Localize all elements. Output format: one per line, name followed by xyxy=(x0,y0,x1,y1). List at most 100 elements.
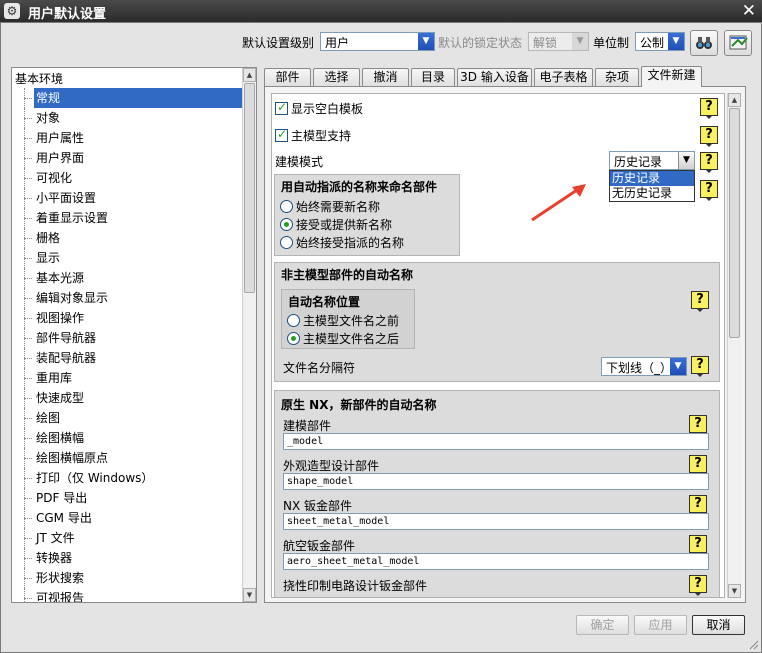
tree-item[interactable]: JT 文件 xyxy=(12,528,244,548)
ok-button[interactable]: 确定 xyxy=(576,615,629,635)
tree-item[interactable]: 打印（仅 Windows） xyxy=(12,468,244,488)
title-bar: ⚙ 用户默认设置 ✕ xyxy=(0,0,762,22)
tree-item[interactable]: 基本光源 xyxy=(12,268,244,288)
dropdown-option[interactable]: 无历史记录 xyxy=(610,186,694,201)
apply-button[interactable]: 应用 xyxy=(634,615,687,635)
unit-select[interactable]: 公制 ▼ xyxy=(635,32,685,51)
resize-grip-icon[interactable] xyxy=(749,640,759,650)
master-model-row[interactable]: 主模型支持 xyxy=(275,127,351,144)
help-icon[interactable]: ? xyxy=(700,152,718,173)
binoculars-button[interactable] xyxy=(690,30,718,56)
manage-defaults-button[interactable] xyxy=(724,30,752,56)
help-icon[interactable]: ? xyxy=(689,535,707,556)
auto-name-option[interactable]: 接受或提供新名称 xyxy=(280,216,392,233)
tree-item[interactable]: 栅格 xyxy=(12,228,244,248)
scroll-down-icon[interactable]: ▼ xyxy=(728,584,741,598)
tree-item[interactable]: 用户界面 xyxy=(12,148,244,168)
tree-item[interactable]: 着重显示设置 xyxy=(12,208,244,228)
unit-select-value: 公制 xyxy=(640,36,665,50)
name-position-option[interactable]: 主模型文件名之前 xyxy=(287,312,399,329)
scroll-thumb[interactable] xyxy=(244,83,255,293)
level-select[interactable]: 用户 ▼ xyxy=(320,32,435,51)
sheet-metal-input[interactable]: sheet_metal_model xyxy=(283,513,709,530)
tree-item[interactable]: 转换器 xyxy=(12,548,244,568)
tab-spreadsheet[interactable]: 电子表格 xyxy=(534,68,593,86)
tree-item[interactable]: 可视报告 xyxy=(12,588,244,602)
tab-select[interactable]: 选择 xyxy=(313,68,360,86)
tree-item[interactable]: 视图操作 xyxy=(12,308,244,328)
lock-select: 解锁 ▼ xyxy=(528,32,589,51)
tree-item[interactable]: 绘图横幅原点 xyxy=(12,448,244,468)
help-icon[interactable]: ? xyxy=(691,356,709,377)
window-title: 用户默认设置 xyxy=(28,7,107,22)
radio-button[interactable] xyxy=(280,200,293,213)
tree-item[interactable]: 显示 xyxy=(12,248,244,268)
tree-item-label: 对象 xyxy=(36,111,61,125)
name-position-option[interactable]: 主模型文件名之后 xyxy=(287,330,399,347)
scroll-thumb[interactable] xyxy=(729,108,740,338)
lock-label: 默认的锁定状态 xyxy=(438,36,523,50)
tab-file-new[interactable]: 文件新建 xyxy=(641,66,702,87)
tree-item-label: 小平面设置 xyxy=(36,191,97,205)
help-icon[interactable]: ? xyxy=(689,415,707,436)
master-model-checkbox[interactable] xyxy=(275,127,288,142)
radio-button[interactable] xyxy=(287,314,300,327)
scroll-down-icon[interactable]: ▼ xyxy=(243,588,256,602)
category-tree[interactable]: 基本环境 常规对象用户属性用户界面 可视化小平面设置着重显示设置 栅格 显示 基本光源编… xyxy=(11,67,257,603)
tree-item[interactable]: 重用库 xyxy=(12,368,244,388)
tree-item[interactable]: 用户属性 xyxy=(12,128,244,148)
help-icon[interactable]: ? xyxy=(689,495,707,516)
help-icon[interactable]: ? xyxy=(689,455,707,476)
tab-undo[interactable]: 撤消 xyxy=(362,68,409,86)
settings-scrollbar[interactable]: ▲ ▼ xyxy=(727,93,741,598)
scroll-up-icon[interactable]: ▲ xyxy=(728,93,741,107)
auto-name-option[interactable]: 始终需要新名称 xyxy=(280,198,380,215)
close-icon[interactable]: ✕ xyxy=(742,1,756,21)
tree-item[interactable]: 装配导航器 xyxy=(12,348,244,368)
tree-item[interactable]: CGM 导出 xyxy=(12,508,244,528)
auto-name-option[interactable]: 始终接受指派的名称 xyxy=(280,234,404,251)
tree-item[interactable]: 部件导航器 xyxy=(12,328,244,348)
help-icon[interactable]: ? xyxy=(700,180,718,201)
dropdown-option[interactable]: 历史记录 xyxy=(610,171,694,186)
tab-part[interactable]: 部件 xyxy=(264,68,311,86)
help-icon[interactable]: ? xyxy=(700,98,718,119)
scroll-up-icon[interactable]: ▲ xyxy=(243,68,256,82)
tree-item[interactable]: 绘图横幅 xyxy=(12,428,244,448)
aero-sheet-metal-input[interactable]: aero_sheet_metal_model xyxy=(283,553,709,570)
separator-select[interactable]: 下划线（_） ▼ xyxy=(601,357,687,376)
help-icon[interactable]: ? xyxy=(689,575,707,596)
modeling-part-input[interactable]: _model xyxy=(283,433,709,450)
radio-label: 主模型文件名之后 xyxy=(303,332,400,346)
tree-item-label: 快速成型 xyxy=(36,391,85,405)
binoculars-icon xyxy=(696,37,712,49)
tree-item[interactable]: 快速成型 xyxy=(12,388,244,408)
radio-button[interactable] xyxy=(287,332,300,345)
show-blank-template-checkbox[interactable] xyxy=(275,100,288,115)
show-blank-template-row[interactable]: 显示空白模板 xyxy=(275,100,363,117)
tree-item[interactable]: 绘图 xyxy=(12,408,244,428)
radio-button[interactable] xyxy=(280,218,293,231)
modeling-mode-dropdown[interactable]: 历史记录 无历史记录 xyxy=(609,170,695,202)
tree-item[interactable]: 可视化 xyxy=(12,168,244,188)
tree-root[interactable]: 基本环境 xyxy=(15,70,63,87)
tree-item-label: 用户属性 xyxy=(36,131,85,145)
field-label: 挠性印制电路设计钣金部件 xyxy=(283,579,428,593)
tab-catalog[interactable]: 目录 xyxy=(411,68,455,86)
tree-item[interactable]: 形状搜索 xyxy=(12,568,244,588)
settings-gear-icon[interactable]: ⚙ xyxy=(4,3,20,19)
cancel-button[interactable]: 取消 xyxy=(692,615,745,635)
tab-3d-input[interactable]: 3D 输入设备 xyxy=(457,68,532,86)
tab-misc[interactable]: 杂项 xyxy=(595,68,639,86)
tree-item[interactable]: 常规 xyxy=(12,88,244,108)
tree-item[interactable]: 对象 xyxy=(12,108,244,128)
tree-item[interactable]: PDF 导出 xyxy=(12,488,244,508)
help-icon[interactable]: ? xyxy=(700,126,718,147)
radio-button[interactable] xyxy=(280,236,293,249)
shape-model-input[interactable]: shape_model xyxy=(283,473,709,490)
help-icon[interactable]: ? xyxy=(691,291,709,312)
tree-item[interactable]: 小平面设置 xyxy=(12,188,244,208)
tree-scrollbar[interactable]: ▲ ▼ xyxy=(242,68,256,602)
modeling-mode-select[interactable]: 历史记录 ▼ xyxy=(609,151,695,170)
tree-item[interactable]: 编辑对象显示 xyxy=(12,288,244,308)
